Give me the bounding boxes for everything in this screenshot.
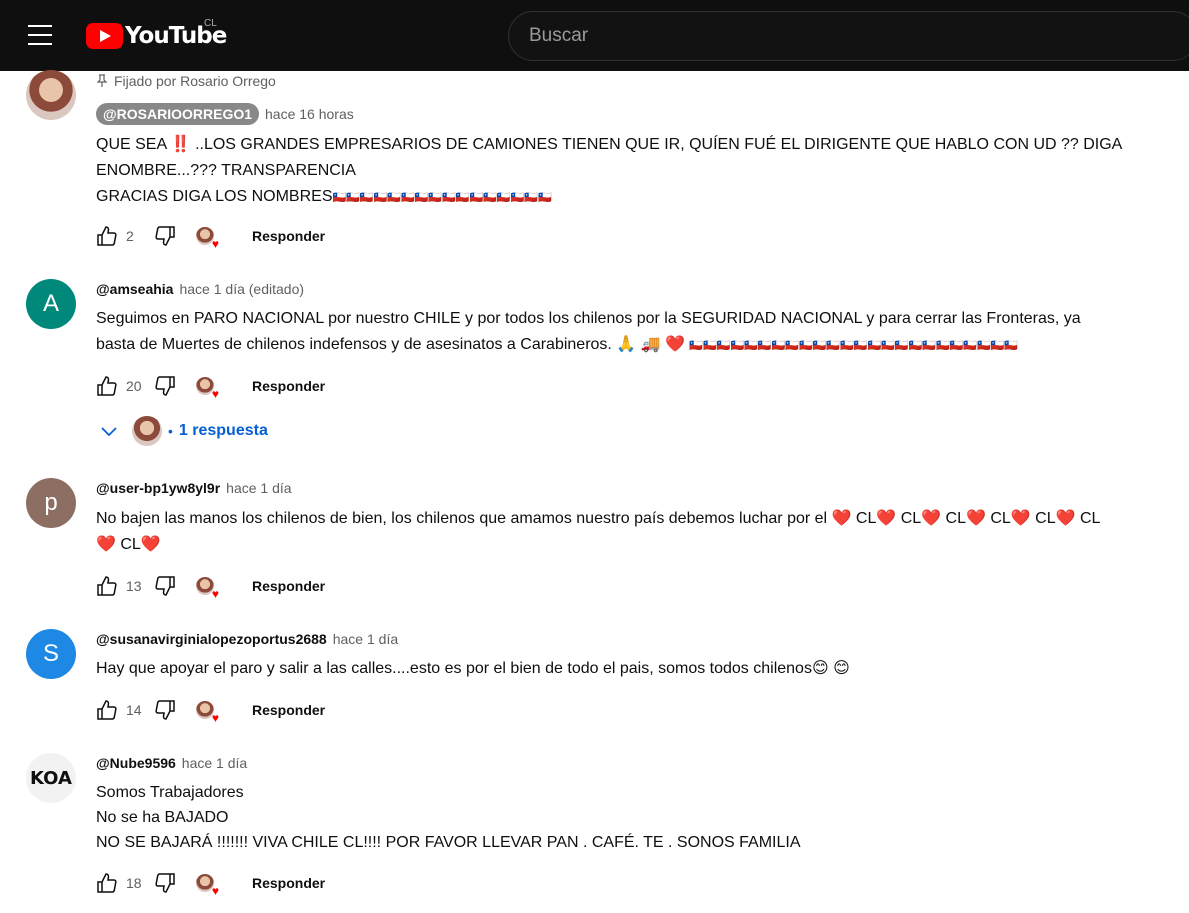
- comment-actions: 14 ♥ Responder: [94, 696, 325, 724]
- dislike-icon[interactable]: [152, 223, 178, 249]
- comment-actions: 13 ♥ Responder: [94, 572, 325, 600]
- reply-button[interactable]: Responder: [252, 702, 325, 718]
- creator-heart-icon: ♥: [196, 874, 219, 897]
- comment-header: @ROSARIOORREGO1 hace 16 horas: [96, 103, 354, 125]
- dislike-icon[interactable]: [152, 870, 178, 896]
- pinned-indicator: Fijado por Rosario Orrego: [96, 73, 276, 89]
- menu-icon[interactable]: [28, 25, 52, 45]
- comment-time[interactable]: hace 1 día (editado): [179, 281, 304, 297]
- creator-heart-icon: ♥: [196, 377, 219, 400]
- country-code: CL: [204, 18, 217, 29]
- comment-header: @amseahia hace 1 día (editado): [96, 281, 304, 297]
- flag-emojis: 🇨🇱🇨🇱🇨🇱🇨🇱🇨🇱🇨🇱🇨🇱🇨🇱🇨🇱🇨🇱🇨🇱🇨🇱🇨🇱🇨🇱🇨🇱🇨🇱🇨🇱🇨🇱🇨🇱🇨🇱…: [689, 340, 1019, 352]
- comment-line: NO SE BAJARÁ !!!!!!! VIVA CHILE CL!!!! P…: [96, 834, 801, 851]
- comment-text: Hay que apoyar el paro y salir a las cal…: [96, 656, 1166, 682]
- like-icon[interactable]: [94, 223, 120, 249]
- comment-author[interactable]: @ROSARIOORREGO1: [96, 103, 260, 125]
- replies-count: 1 respuesta: [178, 422, 268, 439]
- reply-button[interactable]: Responder: [252, 378, 325, 394]
- like-count: 2: [126, 228, 134, 244]
- avatar[interactable]: [26, 70, 76, 120]
- like-icon[interactable]: [94, 373, 120, 399]
- comment-line-text: GRACIAS DIGA LOS NOMBRES: [96, 188, 333, 205]
- comment-actions: 2 ♥ Responder: [94, 222, 325, 250]
- creator-heart-icon: ♥: [196, 701, 219, 724]
- comment-line: QUE SEA ‼️ ..LOS GRANDES EMPRESARIOS DE …: [96, 136, 1123, 153]
- comment-line: Seguimos en PARO NACIONAL por nuestro CH…: [96, 310, 1081, 327]
- comment-author[interactable]: @amseahia: [96, 281, 173, 297]
- dislike-icon[interactable]: [152, 697, 178, 723]
- reply-avatar: [132, 416, 162, 446]
- comment-actions: 18 ♥ Responder: [94, 869, 325, 897]
- dislike-icon[interactable]: [152, 373, 178, 399]
- comment-time[interactable]: hace 1 día: [333, 631, 398, 647]
- avatar-letter: S: [42, 640, 59, 667]
- avatar-letter: p: [44, 489, 58, 516]
- comment-line: ❤️ CL❤️: [96, 536, 161, 553]
- separator-dot: •: [168, 423, 173, 439]
- creator-heart-icon: ♥: [196, 227, 219, 250]
- comment-line: basta de Muertes de chilenos indefensos …: [96, 332, 1166, 359]
- comment-author[interactable]: @susanavirginialopezoportus2688: [96, 631, 327, 647]
- comment-author[interactable]: @Nube9596: [96, 755, 176, 771]
- reply-button[interactable]: Responder: [252, 875, 325, 891]
- comment-header: @Nube9596 hace 1 día: [96, 755, 247, 771]
- comment-text: Somos Trabajadores No se ha BAJADO NO SE…: [96, 780, 1166, 855]
- like-icon[interactable]: [94, 870, 120, 896]
- reply-button[interactable]: Responder: [252, 228, 325, 244]
- like-icon[interactable]: [94, 573, 120, 599]
- search-box[interactable]: [508, 11, 1189, 61]
- avatar-letter: A: [42, 290, 59, 317]
- comment-text: Seguimos en PARO NACIONAL por nuestro CH…: [96, 306, 1166, 359]
- like-count: 13: [126, 578, 142, 594]
- avatar-letter: KOA: [30, 767, 72, 789]
- comment-line: Somos Trabajadores: [96, 784, 244, 801]
- comment-actions: 20 ♥ Responder: [94, 372, 325, 400]
- flag-emojis: 🇨🇱🇨🇱🇨🇱🇨🇱🇨🇱🇨🇱🇨🇱🇨🇱🇨🇱🇨🇱🇨🇱🇨🇱🇨🇱🇨🇱🇨🇱🇨🇱: [332, 192, 552, 204]
- comment-text: QUE SEA ‼️ ..LOS GRANDES EMPRESARIOS DE …: [96, 132, 1166, 211]
- masthead: YouTube CL: [0, 0, 1189, 71]
- dislike-icon[interactable]: [152, 573, 178, 599]
- avatar[interactable]: A: [26, 279, 76, 329]
- reply-button[interactable]: Responder: [252, 578, 325, 594]
- comment-line: Hay que apoyar el paro y salir a las cal…: [96, 660, 850, 677]
- play-icon: [86, 23, 123, 49]
- like-count: 20: [126, 378, 142, 394]
- avatar[interactable]: S: [26, 629, 76, 679]
- comment-line: ENOMBRE...??? TRANSPARENCIA: [96, 162, 356, 179]
- comment-line: GRACIAS DIGA LOS NOMBRES🇨🇱🇨🇱🇨🇱🇨🇱🇨🇱🇨🇱🇨🇱🇨🇱…: [96, 184, 1166, 211]
- avatar[interactable]: p: [26, 478, 76, 528]
- comment-line: No se ha BAJADO: [96, 809, 229, 826]
- search-input[interactable]: [529, 12, 1169, 60]
- comment-text: No bajen las manos los chilenos de bien,…: [96, 506, 1166, 558]
- comment-time[interactable]: hace 1 día: [182, 755, 247, 771]
- like-count: 14: [126, 702, 142, 718]
- avatar[interactable]: KOA: [26, 753, 76, 803]
- creator-heart-icon: ♥: [196, 577, 219, 600]
- comment-line-text: basta de Muertes de chilenos indefensos …: [96, 336, 685, 353]
- comment-author[interactable]: @user-bp1yw8yl9r: [96, 480, 220, 496]
- comment-line: No bajen las manos los chilenos de bien,…: [96, 510, 1101, 527]
- like-icon[interactable]: [94, 697, 120, 723]
- comment-header: @user-bp1yw8yl9r hace 1 día: [96, 480, 292, 496]
- pinned-label: Fijado por Rosario Orrego: [114, 73, 276, 89]
- comment-time[interactable]: hace 1 día: [226, 480, 291, 496]
- pin-icon: [96, 74, 108, 87]
- comment-time[interactable]: hace 16 horas: [265, 106, 354, 122]
- chevron-down-icon: [101, 427, 117, 437]
- comment-header: @susanavirginialopezoportus2688 hace 1 d…: [96, 631, 398, 647]
- show-replies-button[interactable]: • 1 respuesta: [100, 416, 268, 446]
- like-count: 18: [126, 875, 142, 891]
